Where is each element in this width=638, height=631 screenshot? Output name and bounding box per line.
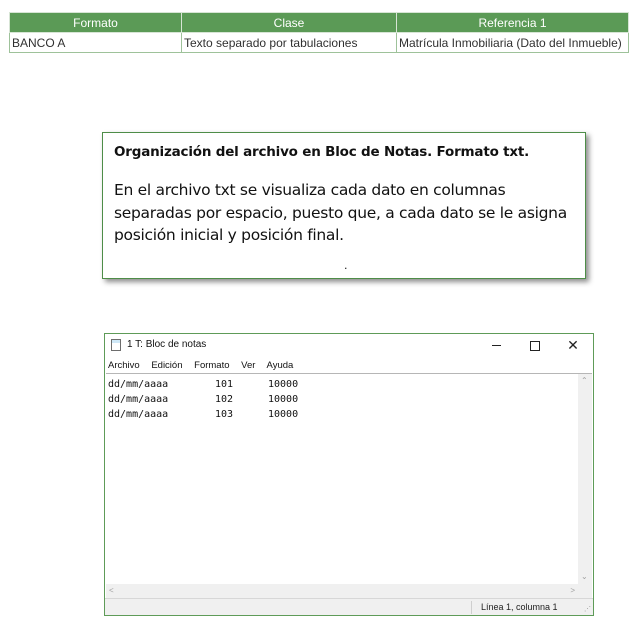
text-line: dd/mm/aaaa 103 10000 — [108, 407, 298, 422]
scroll-up-icon[interactable]: ⌃ — [581, 376, 588, 386]
minimize-button[interactable] — [481, 336, 511, 354]
cell-referencia-1: Matrícula Inmobiliaria (Dato del Inmuebl… — [396, 32, 629, 53]
resize-grip-icon[interactable]: ⋰ — [584, 606, 591, 613]
line-code: 101 — [215, 379, 234, 390]
cell-formato: BANCO A — [9, 32, 182, 53]
note-title: Organización del archivo en Bloc de Nota… — [114, 144, 530, 160]
title-bar[interactable]: 1 T: Bloc de notas ✕ — [105, 334, 593, 356]
text-line: dd/mm/aaaa 102 10000 — [108, 392, 298, 407]
menu-bar: Archivo Edición Formato Ver Ayuda — [108, 360, 302, 371]
menu-ayuda[interactable]: Ayuda — [267, 360, 294, 371]
close-icon: ✕ — [567, 337, 579, 353]
minimize-icon — [491, 345, 501, 347]
line-amount: 10000 — [268, 409, 299, 420]
line-amount: 10000 — [268, 379, 299, 390]
window-title: 1 T: Bloc de notas — [127, 339, 207, 350]
cell-clase: Texto separado por tabulaciones — [181, 32, 397, 53]
scroll-left-icon[interactable]: < — [109, 586, 114, 596]
cursor-position: Línea 1, columna 1 — [481, 602, 558, 612]
scroll-down-icon[interactable]: ⌄ — [581, 572, 588, 582]
scroll-right-icon[interactable]: > — [570, 586, 575, 596]
horizontal-scrollbar[interactable]: < > — [106, 584, 578, 598]
header-formato: Formato — [9, 12, 182, 33]
text-content[interactable]: dd/mm/aaaa 101 10000 dd/mm/aaaa 102 10000 dd… — [108, 377, 298, 422]
header-clase: Clase — [181, 12, 397, 33]
format-table: Formato Clase Referencia 1 BANCO A Texto… — [9, 12, 629, 53]
line-date: dd/mm/aaaa — [108, 394, 169, 405]
table-row: BANCO A Texto separado por tabulaciones … — [9, 32, 629, 53]
line-code: 103 — [215, 409, 234, 420]
table-header-row: Formato Clase Referencia 1 — [9, 12, 629, 33]
maximize-icon — [530, 340, 540, 351]
line-date: dd/mm/aaaa — [108, 409, 169, 420]
menu-edicion[interactable]: Edición — [151, 360, 182, 371]
menu-archivo[interactable]: Archivo — [108, 360, 140, 371]
vertical-scrollbar[interactable]: ⌃ ⌄ — [578, 374, 592, 584]
text-editor[interactable]: dd/mm/aaaa 101 10000 dd/mm/aaaa 102 10000 dd… — [106, 373, 592, 598]
menu-formato[interactable]: Formato — [194, 360, 229, 371]
note-dot: . — [344, 259, 348, 272]
notepad-window: 1 T: Bloc de notas ✕ Archivo Edición For… — [104, 333, 594, 616]
line-code: 102 — [215, 394, 234, 405]
note-body: En el archivo txt se visualiza cada dato… — [114, 181, 567, 244]
notepad-icon — [111, 339, 121, 351]
line-amount: 10000 — [268, 394, 299, 405]
explanation-note: Organización del archivo en Bloc de Nota… — [102, 132, 586, 279]
scroll-corner — [578, 584, 592, 598]
status-divider — [471, 601, 472, 614]
close-button[interactable]: ✕ — [558, 336, 588, 354]
header-referencia-1: Referencia 1 — [396, 12, 629, 33]
status-bar: Línea 1, columna 1 ⋰ — [105, 598, 593, 615]
text-line: dd/mm/aaaa 101 10000 — [108, 377, 298, 392]
maximize-button[interactable] — [520, 336, 550, 354]
line-date: dd/mm/aaaa — [108, 379, 169, 390]
menu-ver[interactable]: Ver — [241, 360, 255, 371]
